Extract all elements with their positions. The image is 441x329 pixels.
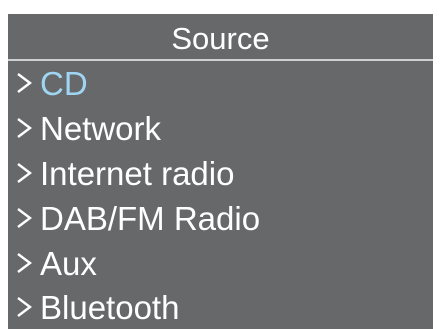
menu-item-label: Aux <box>40 244 97 282</box>
menu-item-label: Internet radio <box>40 154 235 192</box>
chevron-right-icon <box>8 61 40 105</box>
chevron-right-icon <box>8 151 40 195</box>
chevron-right-icon <box>8 106 40 150</box>
source-menu: CD Network Internet radio DAB/FM Radio A… <box>8 61 433 329</box>
menu-item-label: DAB/FM Radio <box>40 199 261 237</box>
menu-item-label: CD <box>40 64 88 102</box>
page-title: Source <box>171 20 270 56</box>
chevron-right-icon <box>8 285 40 329</box>
chevron-right-icon <box>8 196 40 240</box>
menu-item-dab-fm-radio[interactable]: DAB/FM Radio <box>8 196 433 240</box>
menu-item-network[interactable]: Network <box>8 106 433 150</box>
menu-item-aux[interactable]: Aux <box>8 241 433 285</box>
menu-item-label: Bluetooth <box>40 288 180 326</box>
title-bar: Source <box>8 14 433 59</box>
source-screen: Source CD Network Internet radio DAB/FM <box>0 0 441 329</box>
chevron-right-icon <box>8 241 40 285</box>
menu-item-internet-radio[interactable]: Internet radio <box>8 151 433 195</box>
menu-item-bluetooth[interactable]: Bluetooth <box>8 285 433 329</box>
menu-item-label: Network <box>40 109 162 147</box>
menu-item-cd[interactable]: CD <box>8 61 433 105</box>
